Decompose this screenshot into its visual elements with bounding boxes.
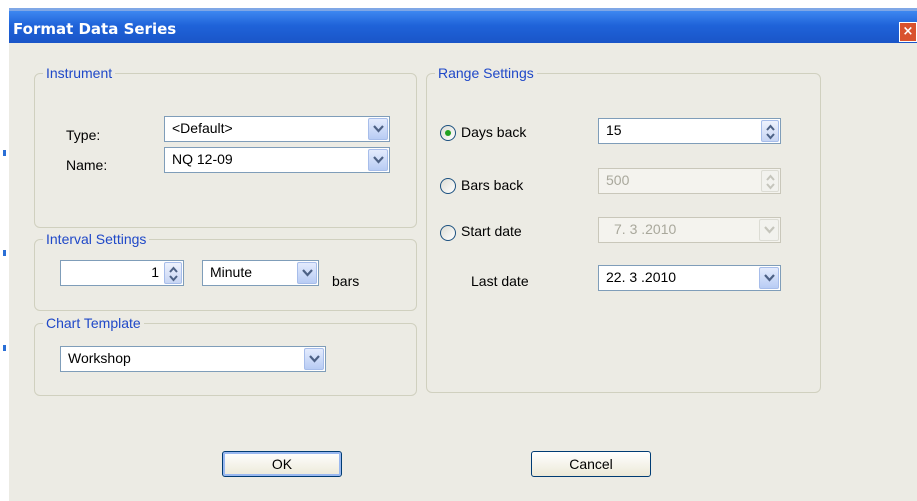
interval-unit: Minute bbox=[210, 264, 253, 280]
spin-arrows-icon bbox=[761, 170, 779, 192]
days-back-radio[interactable] bbox=[440, 125, 456, 141]
chevron-down-icon bbox=[759, 219, 779, 241]
days-back-label[interactable]: Days back bbox=[461, 124, 526, 140]
dialog-title: Format Data Series bbox=[13, 20, 177, 38]
bars-back-spinner: 500 bbox=[598, 168, 781, 194]
interval-value-spinner[interactable]: 1 bbox=[60, 260, 184, 286]
edge-mark bbox=[3, 345, 6, 351]
instrument-group: Instrument Type: <Default> Name: NQ 12-0… bbox=[34, 65, 417, 228]
close-icon[interactable]: × bbox=[899, 22, 917, 42]
chart-template-dropdown[interactable]: Workshop bbox=[60, 346, 326, 372]
last-date-picker[interactable]: 22. 3 .2010 bbox=[598, 265, 781, 291]
last-date-label: Last date bbox=[471, 273, 529, 289]
ok-button[interactable]: OK bbox=[222, 451, 342, 477]
range-legend: Range Settings bbox=[435, 65, 537, 81]
start-date-value: 7. 3 .2010 bbox=[614, 221, 677, 237]
bars-label: bars bbox=[332, 273, 360, 289]
chevron-down-icon[interactable] bbox=[368, 118, 388, 140]
interval-legend: Interval Settings bbox=[43, 231, 150, 247]
chevron-down-icon[interactable] bbox=[759, 267, 779, 289]
format-data-series-dialog: Format Data Series × Instrument Type: <D… bbox=[9, 0, 917, 501]
start-date-radio[interactable] bbox=[440, 225, 456, 241]
interval-value: 1 bbox=[151, 264, 159, 280]
name-label: Name: bbox=[66, 157, 108, 173]
name-value: NQ 12-09 bbox=[172, 151, 233, 167]
type-value: <Default> bbox=[172, 120, 233, 136]
bars-back-radio[interactable] bbox=[440, 178, 456, 194]
window-top-edge bbox=[9, 0, 917, 11]
start-date-label[interactable]: Start date bbox=[461, 223, 522, 239]
spin-arrows-icon[interactable] bbox=[164, 262, 182, 284]
interval-unit-dropdown[interactable]: Minute bbox=[202, 260, 319, 286]
edge-mark bbox=[3, 150, 6, 156]
bars-back-label[interactable]: Bars back bbox=[461, 177, 523, 193]
interval-settings-group: Interval Settings 1 Minute bars bbox=[34, 231, 417, 311]
chevron-down-icon[interactable] bbox=[297, 262, 317, 284]
bars-back-value: 500 bbox=[606, 172, 630, 188]
chevron-down-icon[interactable] bbox=[304, 348, 324, 370]
chevron-down-icon[interactable] bbox=[368, 149, 388, 171]
start-date-picker: 7. 3 .2010 bbox=[598, 217, 781, 243]
range-settings-group: Range Settings Days back 15 Bars back 50… bbox=[426, 65, 821, 393]
last-date-value: 22. 3 .2010 bbox=[606, 269, 677, 285]
chart-template-value: Workshop bbox=[68, 350, 131, 366]
days-back-spinner[interactable]: 15 bbox=[598, 118, 781, 144]
cancel-button[interactable]: Cancel bbox=[531, 451, 651, 477]
type-dropdown[interactable]: <Default> bbox=[164, 116, 390, 142]
chart-template-legend: Chart Template bbox=[43, 315, 144, 331]
background-window-edge bbox=[0, 0, 9, 501]
type-label: Type: bbox=[66, 127, 101, 143]
title-bar[interactable]: Format Data Series × bbox=[9, 11, 917, 43]
days-back-value: 15 bbox=[606, 122, 622, 138]
edge-mark bbox=[3, 250, 6, 256]
spin-arrows-icon[interactable] bbox=[761, 120, 779, 142]
name-dropdown[interactable]: NQ 12-09 bbox=[164, 147, 390, 173]
instrument-legend: Instrument bbox=[43, 65, 116, 81]
chart-template-group: Chart Template Workshop bbox=[34, 315, 417, 396]
